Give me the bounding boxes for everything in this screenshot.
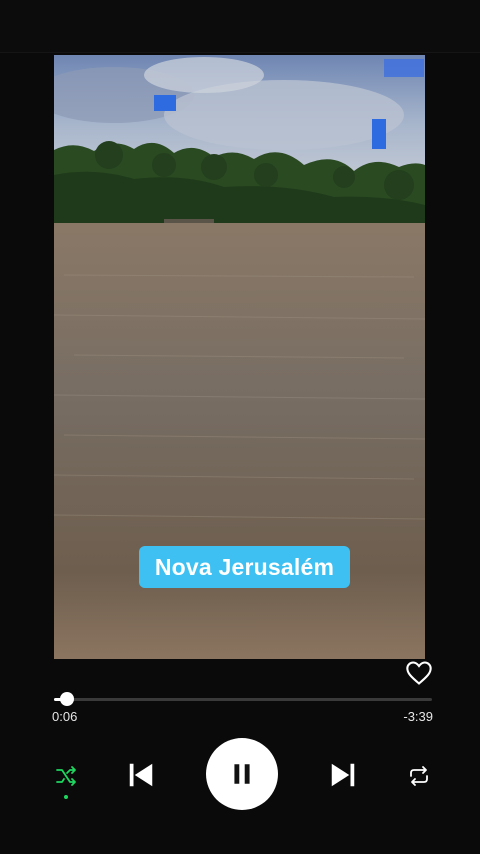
shuffle-button[interactable] [50,760,82,792]
video-canvas: Nova Jerusalém [54,55,425,659]
track-title-caption: Nova Jerusalém [139,546,350,588]
elapsed-time: 0:06 [52,709,78,724]
remaining-time: -3:39 [403,709,433,724]
next-track-button[interactable] [325,757,361,793]
seek-bar[interactable] [54,692,432,706]
skip-next-icon [331,763,355,787]
skip-previous-icon [129,763,153,787]
like-button[interactable] [404,659,434,687]
seek-thumb[interactable] [60,692,75,706]
heart-outline-icon [406,661,432,685]
top-bar [0,0,480,53]
shuffle-active-dot [64,795,68,799]
repeat-button[interactable] [403,760,435,792]
repeat-icon [410,766,428,786]
shuffle-icon [56,766,76,786]
previous-track-button[interactable] [123,757,159,793]
pause-icon [234,764,250,784]
pause-button[interactable] [206,738,278,810]
